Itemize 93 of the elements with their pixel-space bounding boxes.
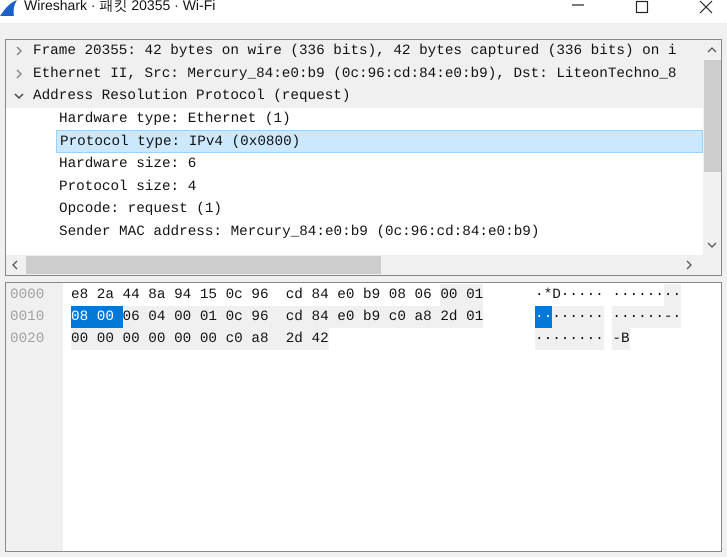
tree-item[interactable]: Hardware size: 6 <box>56 152 703 176</box>
hex-byte[interactable]: 06 <box>122 306 148 328</box>
hex-byte[interactable]: 0c <box>226 284 252 306</box>
chevron-down-icon[interactable] <box>14 91 24 102</box>
ascii-char[interactable]: · <box>552 328 561 350</box>
scroll-left-icon[interactable] <box>11 260 19 270</box>
ascii-char[interactable]: · <box>638 306 647 328</box>
ascii-char[interactable]: · <box>569 328 578 350</box>
ascii-char[interactable]: · <box>569 306 578 328</box>
tree-item[interactable]: Protocol type: IPv4 (0x0800) <box>56 130 703 153</box>
offset-label: 0010 <box>10 308 46 327</box>
ascii-char[interactable]: · <box>552 306 561 328</box>
hex-byte[interactable]: e0 <box>337 306 364 328</box>
hex-byte[interactable]: 04 <box>148 306 174 328</box>
hex-byte[interactable]: 00 <box>174 306 200 328</box>
hex-byte[interactable]: 01 <box>200 306 226 328</box>
hex-byte[interactable]: 15 <box>200 284 226 306</box>
tree-item[interactable]: Protocol size: 4 <box>56 176 703 198</box>
hex-byte[interactable]: 8a <box>148 284 174 306</box>
hex-byte[interactable]: 01 <box>466 284 484 306</box>
hex-byte[interactable]: 94 <box>174 284 200 306</box>
hex-byte[interactable]: 44 <box>122 284 148 306</box>
hex-byte[interactable]: 2a <box>96 284 123 306</box>
ascii-char[interactable]: - <box>612 328 621 350</box>
hex-byte[interactable]: b9 <box>363 284 389 306</box>
hex-byte[interactable]: 00 <box>440 284 466 306</box>
ascii-char[interactable]: · <box>578 284 587 306</box>
ascii-char[interactable]: · <box>646 284 656 306</box>
close-icon[interactable] <box>699 0 713 14</box>
hex-byte[interactable]: 00 <box>200 328 226 350</box>
ascii-char[interactable]: · <box>595 328 604 350</box>
ascii-char[interactable]: · <box>620 284 630 306</box>
ascii-char[interactable]: · <box>595 284 604 306</box>
hex-byte[interactable]: a8 <box>251 328 286 350</box>
ascii-char[interactable]: · <box>630 284 638 306</box>
hex-byte[interactable]: 01 <box>466 306 484 328</box>
ascii-char[interactable]: * <box>544 284 552 306</box>
hex-byte[interactable]: 00 <box>174 328 200 350</box>
ascii-char[interactable]: · <box>595 306 604 328</box>
ascii-char[interactable]: · <box>560 284 570 306</box>
scroll-up-icon[interactable] <box>707 46 717 54</box>
offset-label: 0020 <box>10 330 46 349</box>
ascii-char[interactable]: D <box>552 284 561 306</box>
ascii-char[interactable]: · <box>612 284 621 306</box>
ascii-char[interactable]: · <box>535 284 544 306</box>
hex-byte[interactable]: c0 <box>388 306 415 328</box>
hex-byte[interactable]: 84 <box>311 306 338 328</box>
ascii-char[interactable]: · <box>638 284 647 306</box>
hex-byte[interactable]: 08 <box>71 306 97 328</box>
vertical-scrollbar[interactable] <box>703 40 721 255</box>
scroll-right-icon[interactable] <box>685 260 693 270</box>
hex-byte[interactable]: b9 <box>363 306 389 328</box>
scroll-down-icon[interactable] <box>707 241 717 249</box>
hex-byte[interactable]: 84 <box>311 284 338 306</box>
hex-byte[interactable]: 00 <box>96 328 123 350</box>
hex-byte[interactable]: 96 <box>251 306 286 328</box>
shark-fin-icon <box>0 0 18 16</box>
hex-byte[interactable]: 2d <box>440 306 466 328</box>
hex-byte[interactable]: c0 <box>226 328 252 350</box>
tree-item[interactable]: Hardware type: Ethernet (1) <box>56 108 703 130</box>
ascii-char[interactable]: · <box>612 306 621 328</box>
hex-byte[interactable]: 00 <box>96 306 123 328</box>
hex-byte[interactable]: e0 <box>337 284 364 306</box>
tree-item[interactable]: Sender MAC address: Mercury_84:e0:b9 (0c:96:cd:84:e0:b9) <box>56 220 703 244</box>
hex-byte[interactable]: 2d <box>286 328 312 350</box>
hex-byte[interactable]: 0c <box>226 306 252 328</box>
hex-byte[interactable]: cd <box>286 284 312 306</box>
hex-byte[interactable]: 00 <box>148 328 174 350</box>
hex-byte[interactable]: e8 <box>71 284 97 306</box>
hex-byte[interactable]: a8 <box>414 306 440 328</box>
chevron-right-icon[interactable] <box>14 46 24 56</box>
hex-byte[interactable]: 00 <box>122 328 148 350</box>
ascii-char[interactable]: · <box>655 306 664 328</box>
hex-byte[interactable]: 06 <box>414 284 440 306</box>
hex-byte[interactable]: 08 <box>388 284 415 306</box>
ascii-char[interactable]: · <box>535 328 544 350</box>
ascii-char[interactable]: · <box>655 284 664 306</box>
tree-item[interactable]: Opcode: request (1) <box>56 198 703 221</box>
ascii-char[interactable]: · <box>535 306 544 328</box>
ascii-char[interactable]: · <box>664 284 672 306</box>
hex-byte[interactable]: 96 <box>251 284 286 306</box>
hex-byte[interactable]: cd <box>286 306 312 328</box>
maximize-icon[interactable] <box>635 0 649 14</box>
tree-item[interactable]: Ethernet II, Src: Mercury_84:e0:b9 (0c:96:cd:84:e0:b9), Dst: LiteonTechno_8 <box>6 62 703 86</box>
chevron-right-icon[interactable] <box>14 68 24 79</box>
tree-item[interactable]: Frame 20355: 42 bytes on wire (336 bits), 42 bytes captured (336 bits) on i <box>6 40 703 63</box>
hex-byte[interactable]: 00 <box>71 328 97 350</box>
hex-byte[interactable]: 42 <box>311 328 329 350</box>
ascii-char[interactable]: · <box>586 284 596 306</box>
offset-label: 0000 <box>10 286 46 305</box>
ascii-char[interactable]: · <box>569 284 578 306</box>
horizontal-scrollbar[interactable] <box>6 255 721 275</box>
tree-item[interactable]: Address Resolution Protocol (request) <box>6 85 703 108</box>
